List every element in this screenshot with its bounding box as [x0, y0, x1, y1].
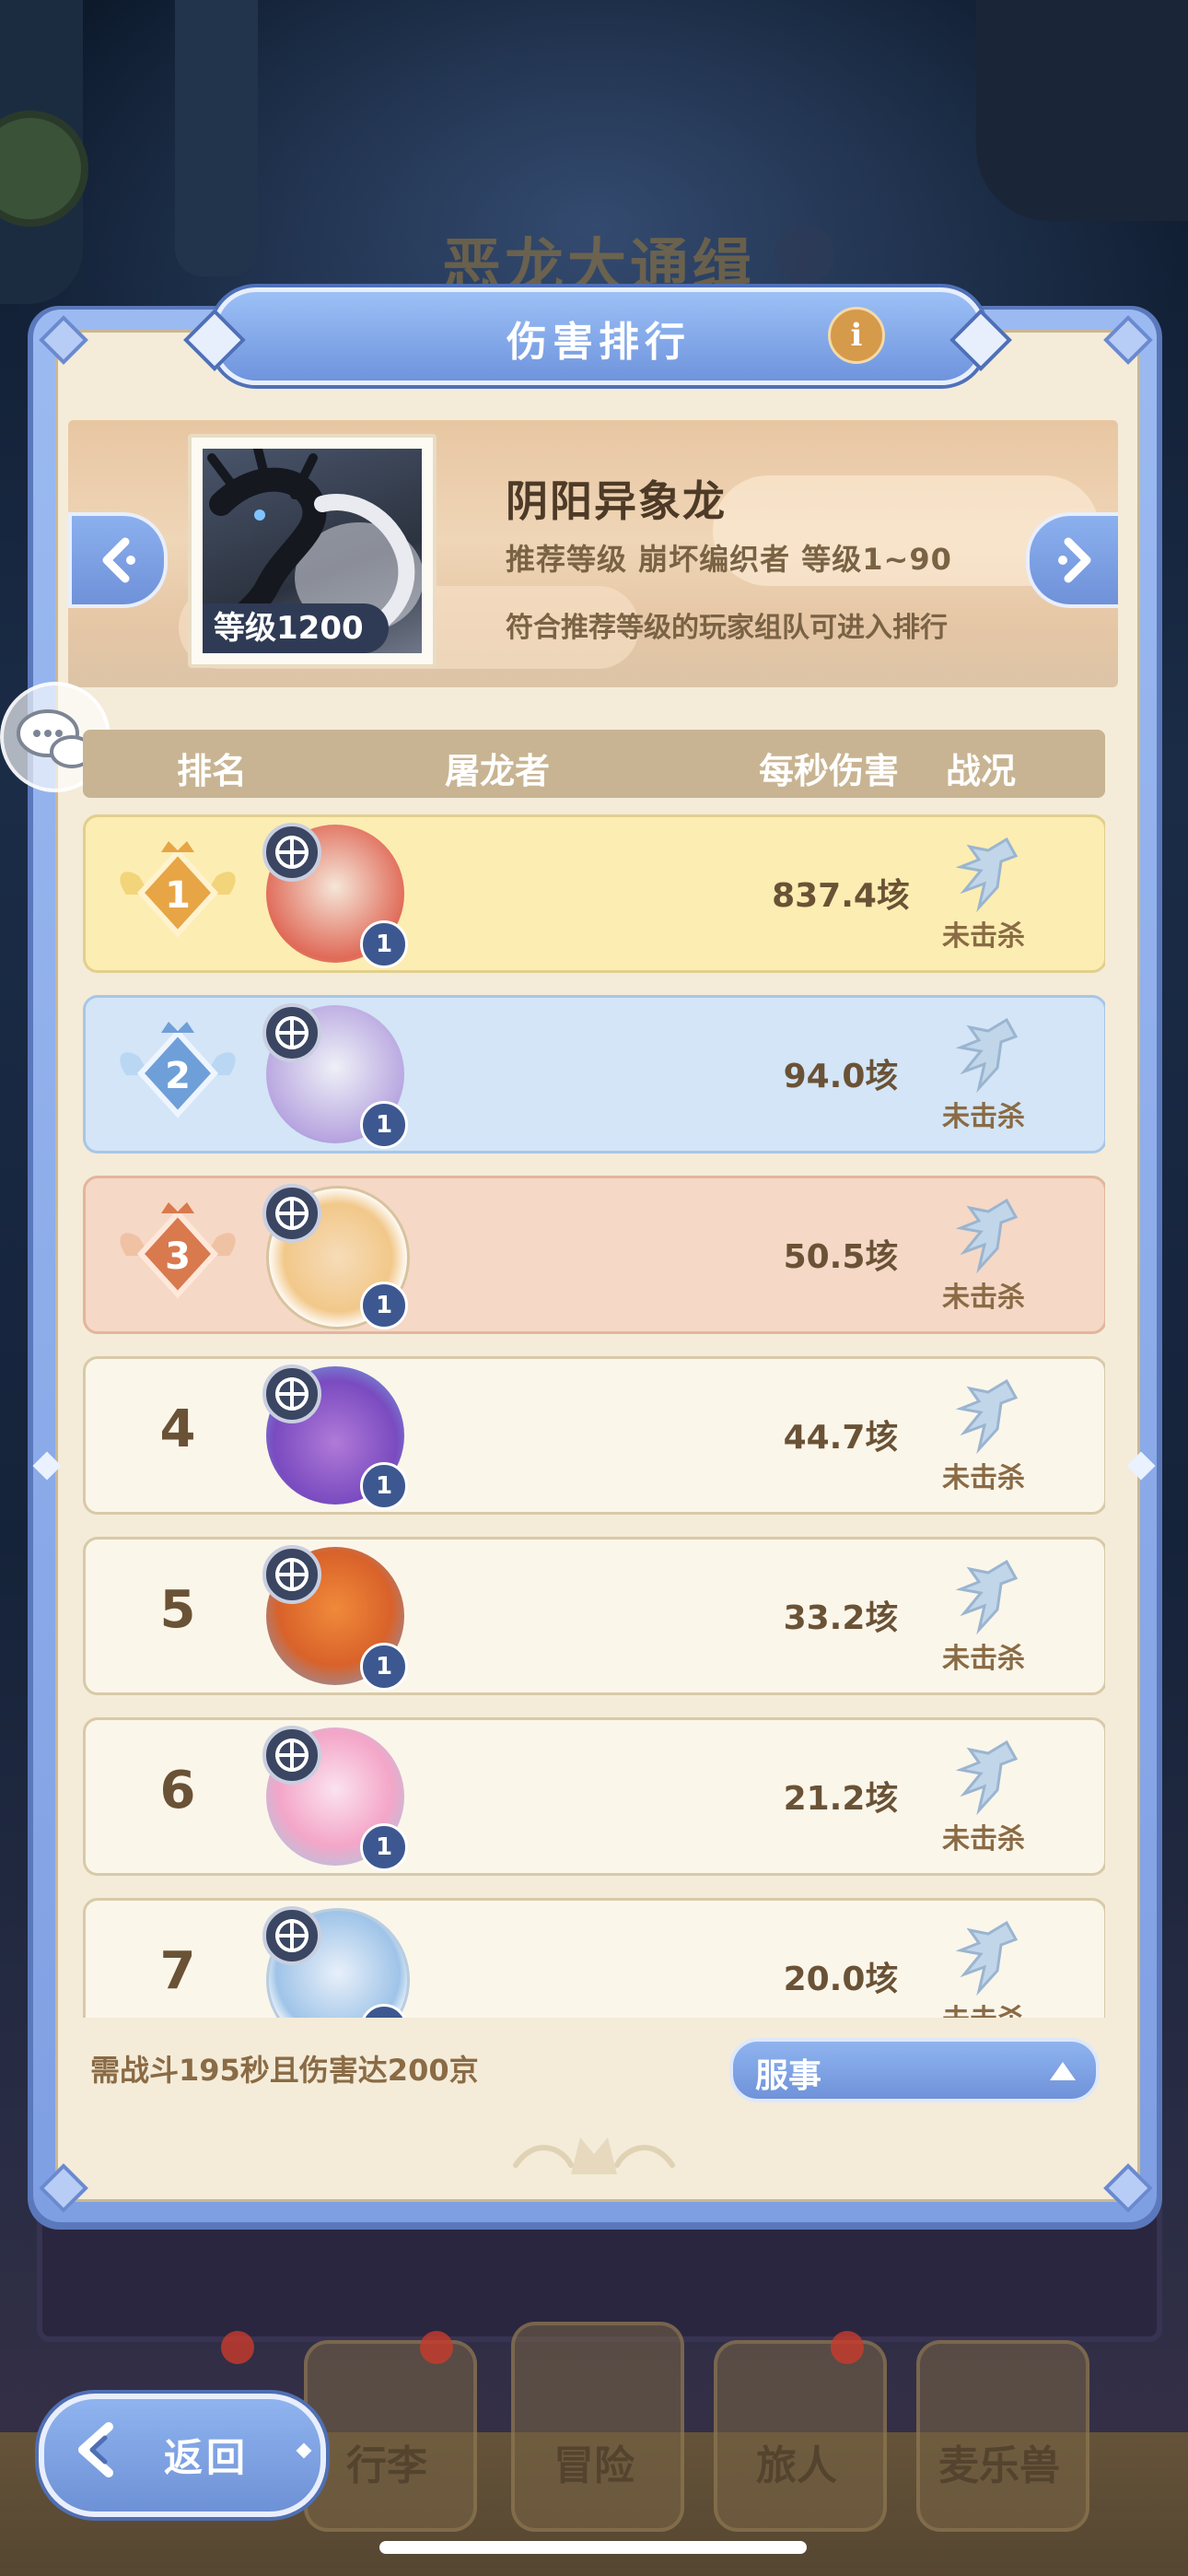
class-emblem-icon	[262, 1545, 321, 1604]
boss-portrait: 等级1200	[203, 449, 422, 653]
dps-value: 44.7垓	[783, 1419, 899, 1457]
ranking-row[interactable]: 3 1 50.5垓 未击杀	[83, 1176, 1105, 1334]
kill-status: 未击杀	[942, 1282, 1025, 1314]
player-level-badge: 1	[360, 1823, 408, 1871]
chevron-right-icon	[1058, 537, 1091, 583]
background-pillar	[976, 0, 1188, 221]
nav-tab-pets-label: 麦乐兽	[938, 2442, 1060, 2489]
background-badge-icon	[775, 225, 834, 284]
player-level-badge: 1	[360, 1643, 408, 1691]
medal-rank-number: 2	[165, 1055, 191, 1097]
kill-status: 未击杀	[914, 1996, 1053, 2018]
ranking-row[interactable]: 7 1 20.0垓 未击杀	[83, 1898, 1105, 2018]
next-boss-button[interactable]	[1026, 512, 1118, 608]
column-header-slayer: 屠龙者	[444, 751, 550, 791]
prev-boss-button[interactable]	[68, 512, 168, 608]
ranking-row[interactable]: 2 1 94.0垓 未击杀	[83, 995, 1105, 1153]
class-emblem-icon	[262, 1364, 321, 1423]
dragon-status-icon	[955, 1017, 1019, 1094]
notification-dot	[420, 2331, 453, 2364]
kill-status: 未击杀	[942, 1462, 1025, 1494]
caret-up-icon	[1050, 2062, 1076, 2080]
column-header-rank: 排名	[176, 751, 247, 791]
chevron-left-icon	[102, 537, 135, 583]
dps-value: 21.2垓	[783, 1780, 899, 1818]
ranking-list[interactable]: 1 1 837.4垓 未击杀 2 1 94.0垓 未击杀 3 1 50.5垓 未…	[83, 811, 1105, 2018]
dragon-status-icon	[955, 837, 1019, 913]
dragon-status-icon	[955, 1920, 1019, 1996]
boss-recommend-level: 推荐等级 崩坏编织者 等级1~90	[506, 542, 952, 577]
boss-banner: 等级1200 阴阳异象龙 推荐等级 崩坏编织者 等级1~90 符合推荐等级的玩家…	[68, 420, 1118, 687]
class-emblem-icon	[262, 1726, 321, 1785]
boss-level-badge: 等级1200	[203, 603, 389, 653]
home-indicator[interactable]	[379, 2541, 807, 2554]
rank-number: 4	[159, 1399, 196, 1459]
server-filter-dropdown[interactable]: 服事	[729, 2038, 1100, 2102]
ranking-row[interactable]: 5 1 33.2垓 未击杀	[83, 1537, 1105, 1695]
back-arrow-icon	[78, 2422, 113, 2477]
dragon-status-icon	[955, 1378, 1019, 1455]
kill-status: 未击杀	[942, 1643, 1025, 1675]
decor-diamond	[296, 2442, 312, 2459]
dps-value: 50.5垓	[783, 1238, 899, 1276]
dps-value: 33.2垓	[783, 1599, 899, 1637]
class-emblem-icon	[262, 1184, 321, 1243]
info-icon[interactable]: i	[828, 307, 885, 364]
player-level-badge: 1	[360, 1462, 408, 1510]
nav-tab-travelers-label: 旅人	[756, 2442, 837, 2489]
nav-tab-adventure-label: 冒险	[553, 2442, 635, 2489]
player-level-badge: 1	[360, 920, 408, 968]
medal-rank-number: 1	[165, 874, 191, 917]
notification-dot	[831, 2331, 864, 2364]
server-filter-value: 服事	[755, 2057, 822, 2095]
kill-status: 未击杀	[942, 1823, 1025, 1856]
ranking-row[interactable]: 6 1 21.2垓 未击杀	[83, 1717, 1105, 1876]
rank-number: 7	[159, 1941, 196, 2001]
boss-rank-note: 符合推荐等级的玩家组队可进入排行	[506, 612, 948, 644]
boss-name: 阴阳异象龙	[506, 476, 727, 526]
class-emblem-icon	[262, 1906, 321, 1965]
medal-rank-number: 3	[165, 1235, 191, 1278]
bronze-medal-icon: 3	[120, 1202, 236, 1299]
dps-value: 837.4垓	[772, 877, 910, 915]
ranking-row[interactable]: 1 1 837.4垓 未击杀	[83, 814, 1105, 973]
class-emblem-icon	[262, 1003, 321, 1062]
fox-ornament-icon	[513, 2137, 675, 2174]
kill-status: 未击杀	[942, 1101, 1025, 1133]
dragon-status-icon	[955, 1559, 1019, 1635]
rank-number: 6	[159, 1761, 196, 1821]
class-emblem-icon	[262, 823, 321, 882]
rank-requirement-text: 需战斗195秒且伤害达200京	[90, 2053, 479, 2088]
dps-value: 94.0垓	[783, 1058, 899, 1095]
back-button-label: 返回	[164, 2435, 250, 2480]
gold-medal-icon: 1	[120, 841, 236, 938]
notification-dot	[221, 2331, 254, 2364]
nav-tab-luggage-label: 行李	[346, 2442, 427, 2489]
rank-number: 5	[159, 1580, 196, 1640]
kill-status: 未击杀	[942, 920, 1025, 953]
ranking-row[interactable]: 4 1 44.7垓 未击杀	[83, 1356, 1105, 1515]
dragon-status-icon	[955, 1198, 1019, 1274]
dps-value: 20.0垓	[783, 1961, 899, 1998]
ranking-table-header: 排名 屠龙者 每秒伤害 战况	[83, 730, 1105, 798]
back-button[interactable]: 返回	[39, 2394, 326, 2517]
dragon-status-icon	[955, 1739, 1019, 1816]
background-pillar	[175, 0, 258, 276]
player-level-badge: 1	[360, 1101, 408, 1149]
nav-tab-adventure[interactable]	[511, 2322, 684, 2532]
boss-portrait-card: 等级1200	[188, 434, 437, 668]
player-level-badge: 1	[360, 1282, 408, 1329]
silver-medal-icon: 2	[120, 1022, 236, 1118]
column-header-status: 战况	[945, 751, 1016, 791]
modal-title-bar: 伤害排行 i	[183, 287, 1012, 385]
